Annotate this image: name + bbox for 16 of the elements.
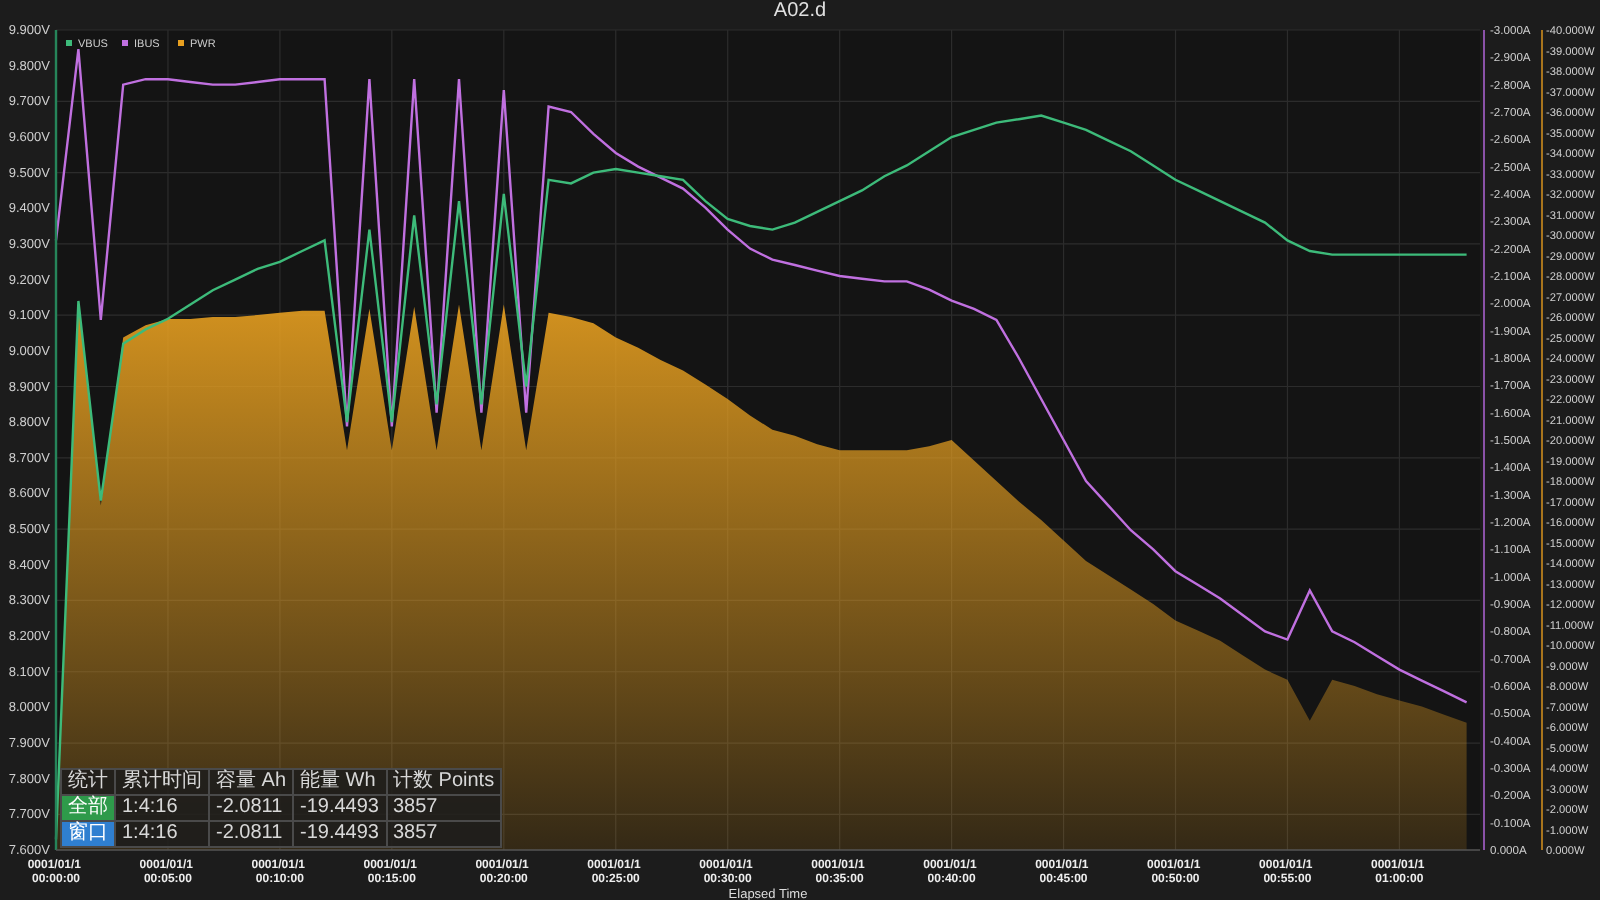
table-cell: -19.4493 — [293, 821, 386, 847]
table-header: 统计 — [61, 769, 115, 795]
table-header: 能量 Wh — [293, 769, 386, 795]
window-title: A02.d — [771, 0, 829, 24]
row-label: 全部 — [61, 795, 115, 821]
table-cell: 3857 — [386, 821, 502, 847]
table-cell: 1:4:16 — [115, 795, 209, 821]
table-cell: -2.0811 — [209, 821, 294, 847]
table-header: 累计时间 — [115, 769, 209, 795]
table-cell: 1:4:16 — [115, 821, 209, 847]
table-cell: -19.4493 — [293, 795, 386, 821]
table-header: 计数 Points — [386, 769, 502, 795]
table-cell: -2.0811 — [209, 795, 294, 821]
table-cell: 3857 — [386, 795, 502, 821]
row-label: 窗口 — [61, 821, 115, 847]
table-header: 容量 Ah — [209, 769, 294, 795]
